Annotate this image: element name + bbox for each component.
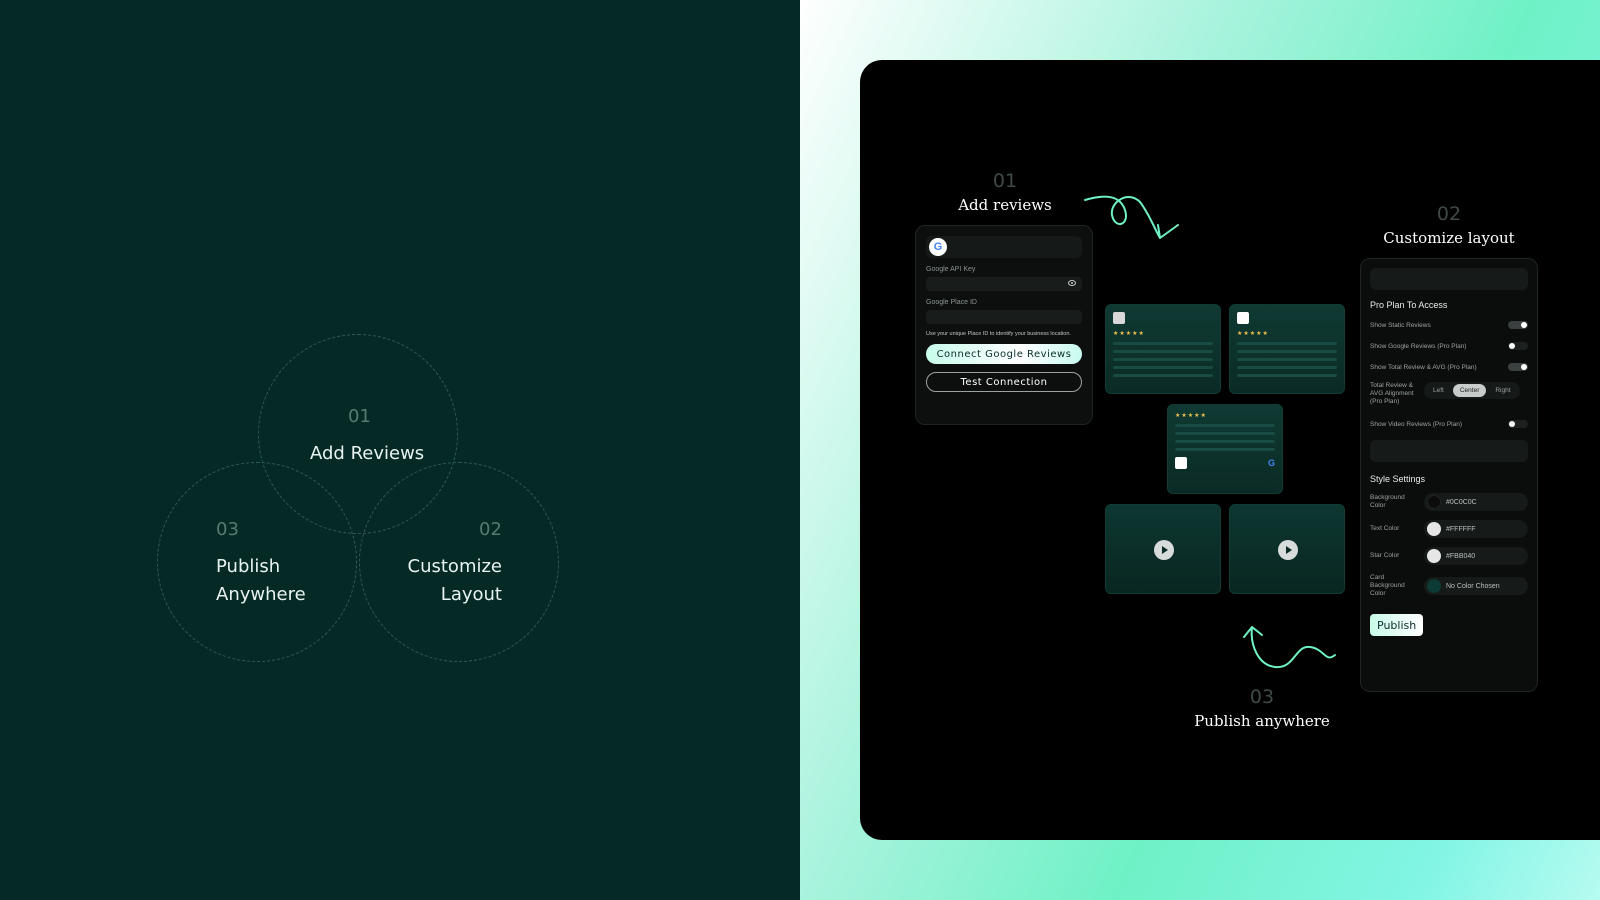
review-text-placeholder	[1237, 342, 1337, 377]
toggle-row-static-reviews: Show Static Reviews	[1370, 319, 1528, 331]
align-left-option[interactable]: Left	[1426, 384, 1451, 397]
alignment-label: Total Review & AVG Alignment (Pro Plan)	[1370, 382, 1414, 405]
align-center-option[interactable]: Center	[1452, 384, 1487, 397]
color-row-background: Background Color #0C0C0C	[1370, 493, 1528, 511]
toggle-label: Show Static Reviews	[1370, 321, 1431, 329]
venn-top-label: Add Reviews	[310, 443, 425, 464]
star-color-picker[interactable]: #FBB040	[1424, 547, 1528, 565]
star-rating: ★★★★★	[1237, 331, 1269, 337]
customize-layout-panel: Pro Plan To Access Show Static Reviews S…	[1360, 258, 1538, 692]
style-settings-title: Style Settings	[1370, 474, 1426, 484]
left-panel: 01 Add Reviews 03 Publish Anywhere 02 Cu…	[0, 0, 800, 900]
avatar	[1237, 312, 1249, 324]
connect-card: G Google API Key Google Place ID Use you…	[915, 225, 1093, 425]
color-row-star: Star Color #FBB040	[1370, 547, 1528, 565]
arrow-squiggle-top	[1084, 195, 1179, 239]
venn-right-label-2: Layout	[440, 584, 502, 605]
google-small-icon: G	[1267, 458, 1275, 468]
review-text-placeholder	[1113, 342, 1213, 377]
eye-icon[interactable]	[1068, 280, 1076, 286]
color-label: Background Color	[1370, 494, 1405, 509]
place-id-label: Google Place ID	[926, 299, 977, 306]
alignment-segmented-control: Left Center Right	[1424, 382, 1520, 399]
color-value: #0C0C0C	[1446, 498, 1477, 506]
app-mockup: 01 Add reviews G Google API Key Google P…	[860, 60, 1600, 840]
google-account-row[interactable]: G	[926, 236, 1082, 258]
pro-plan-title: Pro Plan To Access	[1370, 300, 1448, 310]
total-review-toggle[interactable]	[1508, 363, 1528, 371]
color-label: Star Color	[1370, 552, 1400, 559]
venn-left-number: 03	[216, 519, 239, 540]
color-swatch	[1427, 549, 1441, 563]
review-card: ★★★★★	[1105, 304, 1221, 394]
arrow-squiggle-bottom	[1243, 626, 1336, 669]
star-rating: ★★★★★	[1113, 331, 1145, 337]
text-color-picker[interactable]: #FFFFFF	[1424, 520, 1528, 538]
review-text-placeholder	[1175, 424, 1275, 451]
review-card: ★★★★★ G	[1167, 404, 1283, 494]
step-add-title: Add reviews	[958, 196, 1052, 214]
color-value: #FBB040	[1446, 552, 1476, 560]
venn-left-label-1: Publish	[216, 556, 281, 577]
video-reviews-toggle[interactable]	[1508, 420, 1528, 428]
color-value: #FFFFFF	[1446, 525, 1476, 533]
step-customize-title: Customize layout	[1383, 229, 1515, 247]
toggle-row-google-reviews: Show Google Reviews (Pro Plan)	[1370, 340, 1528, 352]
star-rating: ★★★★★	[1175, 413, 1207, 419]
align-right-option[interactable]: Right	[1488, 384, 1517, 397]
alignment-row: Total Review & AVG Alignment (Pro Plan) …	[1370, 382, 1528, 406]
toggle-row-video-reviews: Show Video Reviews (Pro Plan)	[1370, 418, 1528, 430]
google-logo-icon: G	[929, 238, 947, 256]
color-swatch	[1427, 495, 1441, 509]
publish-button[interactable]: Publish	[1370, 614, 1424, 636]
place-id-hint: Use your unique Place ID to identify you…	[926, 331, 1071, 337]
step-customize-number: 02	[1436, 203, 1462, 225]
static-reviews-toggle[interactable]	[1508, 321, 1528, 329]
toggle-label: Show Video Reviews (Pro Plan)	[1370, 420, 1463, 428]
toggle-label: Show Total Review & AVG (Pro Plan)	[1370, 363, 1477, 371]
color-label: Card Background Color	[1370, 574, 1405, 597]
api-key-label: Google API Key	[926, 266, 976, 273]
venn-top-number: 01	[348, 406, 371, 427]
connect-google-reviews-button[interactable]: Connect Google Reviews	[926, 344, 1082, 364]
toggle-label: Show Google Reviews (Pro Plan)	[1370, 342, 1467, 350]
color-swatch	[1427, 522, 1441, 536]
color-swatch	[1427, 579, 1441, 593]
venn-right-label-1: Customize	[407, 556, 502, 577]
avatar	[1113, 312, 1125, 324]
color-row-text: Text Color #FFFFFF	[1370, 520, 1528, 538]
step-publish-number: 03	[1249, 686, 1275, 708]
step-publish-title: Publish anywhere	[1194, 712, 1330, 730]
play-icon[interactable]	[1278, 540, 1298, 560]
background-color-picker[interactable]: #0C0C0C	[1424, 493, 1528, 511]
api-key-input[interactable]	[926, 277, 1082, 291]
video-review-card[interactable]	[1229, 504, 1345, 594]
toggle-row-total-review: Show Total Review & AVG (Pro Plan)	[1370, 361, 1528, 373]
play-icon[interactable]	[1154, 540, 1174, 560]
venn-right-number: 02	[479, 519, 502, 540]
step-add-number: 01	[992, 170, 1018, 192]
color-value: No Color Chosen	[1446, 582, 1500, 590]
test-connection-button[interactable]: Test Connection	[926, 372, 1082, 392]
video-review-card[interactable]	[1105, 504, 1221, 594]
panel-header-bar	[1370, 268, 1528, 290]
color-label: Text Color	[1370, 525, 1400, 532]
google-reviews-toggle[interactable]	[1508, 342, 1528, 350]
panel-divider-bar	[1370, 440, 1528, 462]
review-card: ★★★★★	[1229, 304, 1345, 394]
place-id-input[interactable]	[926, 310, 1082, 324]
venn-left-label-2: Anywhere	[216, 584, 306, 605]
avatar	[1175, 457, 1187, 469]
color-row-card-background: Card Background Color No Color Chosen	[1370, 574, 1528, 598]
card-background-color-picker[interactable]: No Color Chosen	[1424, 577, 1528, 595]
